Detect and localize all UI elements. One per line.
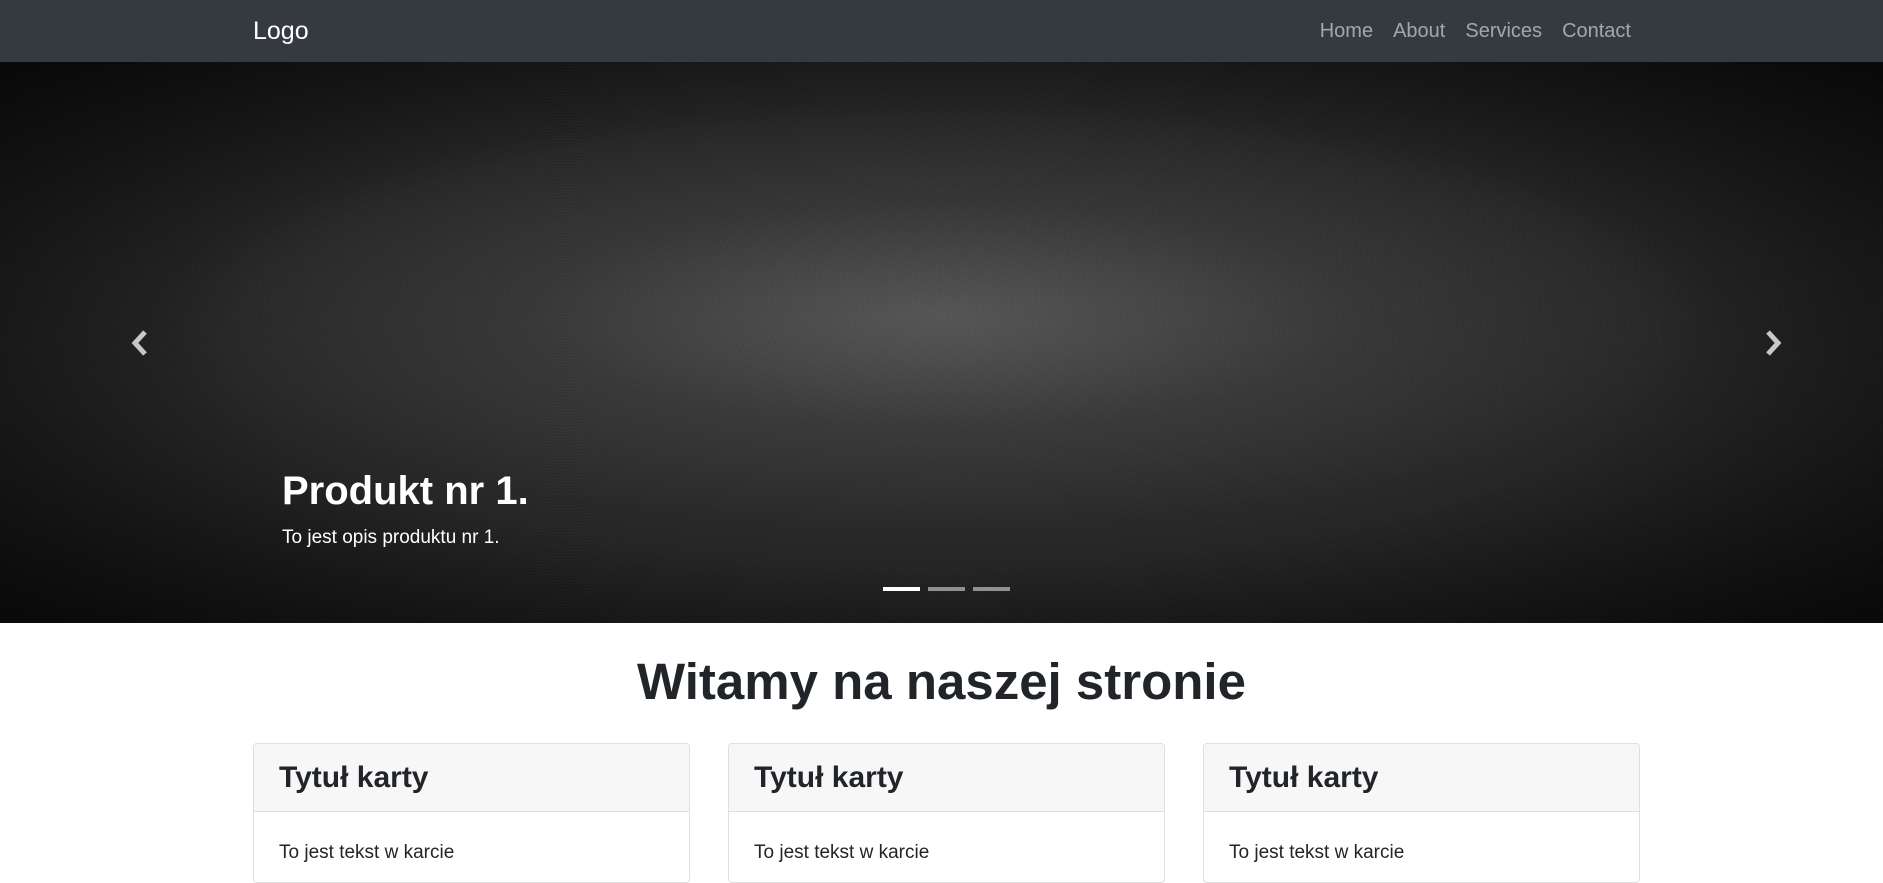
nav-links: Home About Services Contact: [1310, 0, 1631, 62]
card-title: Tytuł karty: [1204, 744, 1639, 812]
hero-carousel: Produkt nr 1. To jest opis produktu nr 1…: [0, 62, 1883, 623]
card-title: Tytuł karty: [729, 744, 1164, 812]
nav-link-about[interactable]: About: [1383, 0, 1455, 62]
carousel-indicators: [883, 587, 1010, 591]
card-text: To jest tekst w karcie: [1229, 842, 1405, 863]
nav-link-home[interactable]: Home: [1310, 0, 1383, 62]
card: Tytuł karty To jest tekst w karcie: [728, 743, 1165, 883]
carousel-indicator-2[interactable]: [928, 587, 965, 591]
navbar-container: Logo Home About Services Contact: [253, 0, 1631, 62]
nav-link-contact[interactable]: Contact: [1552, 0, 1631, 62]
page-heading: Witamy na naszej stronie: [637, 653, 1246, 710]
card-text: To jest tekst w karcie: [279, 842, 455, 863]
card-text: To jest tekst w karcie: [754, 842, 930, 863]
card: Tytuł karty To jest tekst w karcie: [253, 743, 690, 883]
chevron-right-icon: [1762, 329, 1784, 357]
card-title: Tytuł karty: [254, 744, 689, 812]
nav-link-services[interactable]: Services: [1455, 0, 1552, 62]
brand-logo[interactable]: Logo: [253, 17, 309, 46]
carousel-indicator-3[interactable]: [973, 587, 1010, 591]
carousel-indicator-1[interactable]: [883, 587, 920, 591]
carousel-prev-button[interactable]: [60, 62, 220, 623]
carousel-next-button[interactable]: [1693, 62, 1853, 623]
navbar: Logo Home About Services Contact: [0, 0, 1883, 62]
card: Tytuł karty To jest tekst w karcie: [1203, 743, 1640, 883]
card-row: Tytuł karty To jest tekst w karcie Tytuł…: [253, 743, 1640, 883]
carousel-caption: Produkt nr 1. To jest opis produktu nr 1…: [282, 467, 529, 549]
chevron-left-icon: [129, 329, 151, 357]
slide-title: Produkt nr 1.: [282, 469, 529, 513]
slide-description: To jest opis produktu nr 1.: [282, 527, 500, 548]
